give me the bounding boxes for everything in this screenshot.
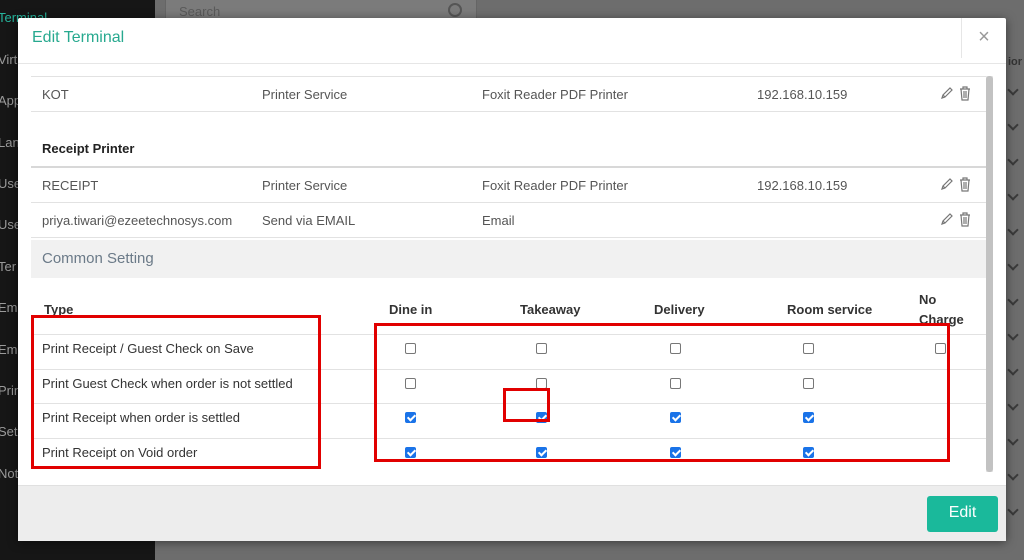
modal-footer: Edit (18, 485, 1006, 541)
chevron-down-icon[interactable] (1007, 154, 1019, 166)
background-right-column: ior (1007, 0, 1024, 560)
pencil-icon[interactable] (940, 86, 954, 100)
checkbox-delivery[interactable] (670, 343, 681, 354)
chevron-down-icon[interactable] (1007, 329, 1019, 341)
chevron-down-icon[interactable] (1007, 399, 1019, 411)
column-header-no-charge-line1: No (919, 292, 937, 307)
printer-address: 192.168.10.159 (757, 178, 848, 193)
search-icon (448, 3, 462, 17)
pencil-icon[interactable] (940, 177, 954, 191)
column-header-no-charge-line2: Charge (919, 312, 964, 327)
sidebar-item[interactable]: Lan (0, 135, 20, 150)
sidebar-item[interactable]: Em (0, 342, 18, 357)
divider (31, 369, 986, 370)
printer-name: priya.tiwari@ezeetechnosys.com (42, 213, 233, 228)
checkbox-dine-in[interactable] (405, 378, 416, 389)
sidebar-item[interactable]: Set (0, 424, 18, 439)
printer-name: KOT (42, 87, 69, 102)
chevron-down-icon[interactable] (1007, 434, 1019, 446)
printer-service: Printer Service (262, 87, 348, 102)
chevron-down-icon[interactable] (1007, 119, 1019, 131)
checkbox-room-service[interactable] (803, 378, 814, 389)
printer-row-email: priya.tiwari@ezeetechnosys.com Send via … (31, 203, 986, 238)
sidebar-item[interactable]: Not (0, 466, 18, 481)
chevron-down-icon[interactable] (1007, 469, 1019, 481)
printer-name: RECEIPT (42, 178, 99, 193)
checkbox-room-service[interactable] (803, 343, 814, 354)
chevron-down-icon[interactable] (1007, 259, 1019, 271)
common-setting-title: Common Setting (42, 250, 154, 267)
column-header-dine-in: Dine in (389, 302, 433, 317)
sidebar-item[interactable]: Ter (0, 259, 16, 274)
close-button[interactable]: × (961, 18, 1006, 58)
modal-body: KOT Printer Service Foxit Reader PDF Pri… (18, 64, 1006, 484)
checkbox-no-charge[interactable] (935, 343, 946, 354)
checkbox-delivery[interactable] (670, 378, 681, 389)
divider (31, 403, 986, 404)
checkbox-dine-in[interactable] (405, 412, 416, 423)
divider (31, 438, 986, 439)
setting-type-label: Print Receipt on Void order (42, 445, 198, 460)
modal-header: Edit Terminal × (18, 18, 1006, 64)
checkbox-takeaway[interactable] (536, 343, 547, 354)
printer-row-receipt: RECEIPT Printer Service Foxit Reader PDF… (31, 168, 986, 203)
checkbox-dine-in[interactable] (405, 447, 416, 458)
scrollbar-thumb[interactable] (986, 76, 993, 472)
divider (31, 334, 986, 335)
column-header-delivery: Delivery (654, 302, 705, 317)
modal-title: Edit Terminal (32, 29, 125, 46)
search-placeholder: Search (179, 4, 221, 19)
receipt-printer-group-title: Receipt Printer (42, 141, 135, 156)
printer-device: Foxit Reader PDF Printer (482, 87, 628, 102)
chevron-down-icon[interactable] (1007, 84, 1019, 96)
printer-device: Email (482, 213, 515, 228)
setting-type-label: Print Receipt / Guest Check on Save (42, 341, 254, 356)
column-header-room-service: Room service (787, 302, 873, 317)
common-setting-section: Common Setting (31, 240, 986, 278)
column-header-takeaway: Takeaway (520, 302, 581, 317)
checkbox-delivery[interactable] (670, 412, 681, 423)
modal-scroll-area: KOT Printer Service Foxit Reader PDF Pri… (31, 76, 994, 472)
chevron-down-icon[interactable] (1007, 364, 1019, 376)
trash-icon[interactable] (958, 85, 972, 101)
setting-type-label: Print Guest Check when order is not sett… (42, 376, 293, 391)
checkbox-takeaway[interactable] (536, 378, 547, 389)
edit-terminal-modal: Edit Terminal × KOT Printer Service Foxi… (18, 18, 1006, 541)
trash-icon[interactable] (958, 211, 972, 227)
chevron-down-icon[interactable] (1007, 504, 1019, 516)
sidebar-item[interactable]: Em (0, 300, 18, 315)
edit-button[interactable]: Edit (927, 496, 998, 532)
checkbox-room-service[interactable] (803, 412, 814, 423)
setting-type-label: Print Receipt when order is settled (42, 410, 240, 425)
printer-service: Printer Service (262, 178, 348, 193)
printer-address: 192.168.10.159 (757, 87, 848, 102)
chevron-down-icon[interactable] (1007, 189, 1019, 201)
printer-service: Send via EMAIL (262, 213, 356, 228)
chevron-down-icon[interactable] (1007, 224, 1019, 236)
sidebar-item[interactable]: Virt (0, 52, 17, 67)
trash-icon[interactable] (958, 176, 972, 192)
vertical-scrollbar[interactable] (986, 76, 993, 472)
checkbox-delivery[interactable] (670, 447, 681, 458)
checkbox-dine-in[interactable] (405, 343, 416, 354)
checkbox-takeaway[interactable] (536, 412, 547, 423)
printer-row-kot: KOT Printer Service Foxit Reader PDF Pri… (31, 77, 986, 112)
printer-device: Foxit Reader PDF Printer (482, 178, 628, 193)
column-header-type: Type (44, 302, 74, 317)
chevron-down-icon[interactable] (1007, 294, 1019, 306)
checkbox-takeaway[interactable] (536, 447, 547, 458)
pencil-icon[interactable] (940, 212, 954, 226)
checkbox-room-service[interactable] (803, 447, 814, 458)
column-header: ior (1008, 56, 1023, 68)
